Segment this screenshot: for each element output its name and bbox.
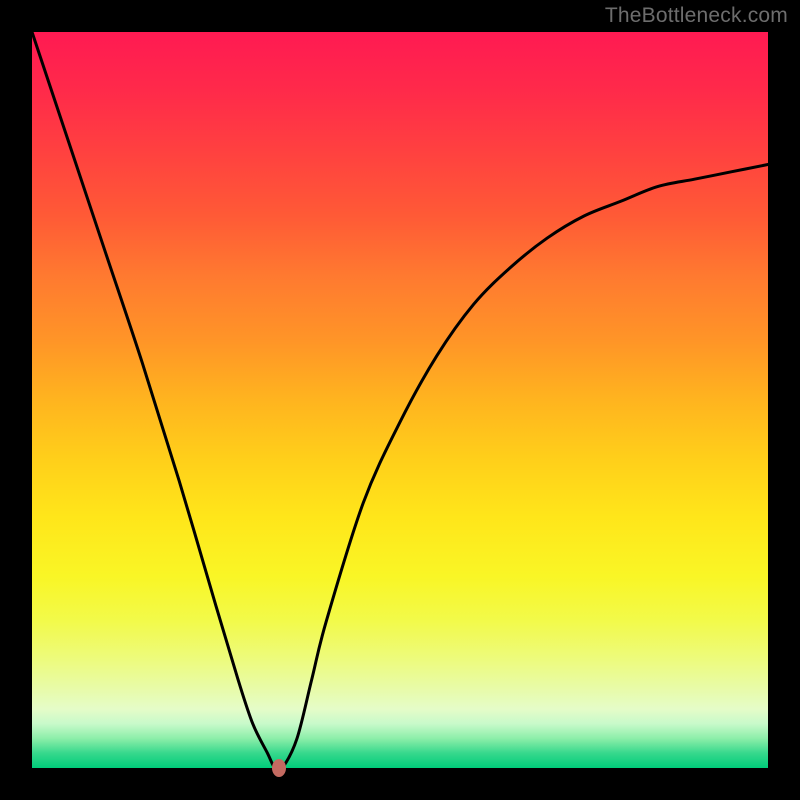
bottleneck-curve-path	[32, 32, 768, 768]
chart-frame: TheBottleneck.com	[0, 0, 800, 800]
plot-area	[32, 32, 768, 768]
minimum-marker	[272, 759, 286, 777]
watermark-text: TheBottleneck.com	[605, 4, 788, 28]
curve-svg	[32, 32, 768, 768]
